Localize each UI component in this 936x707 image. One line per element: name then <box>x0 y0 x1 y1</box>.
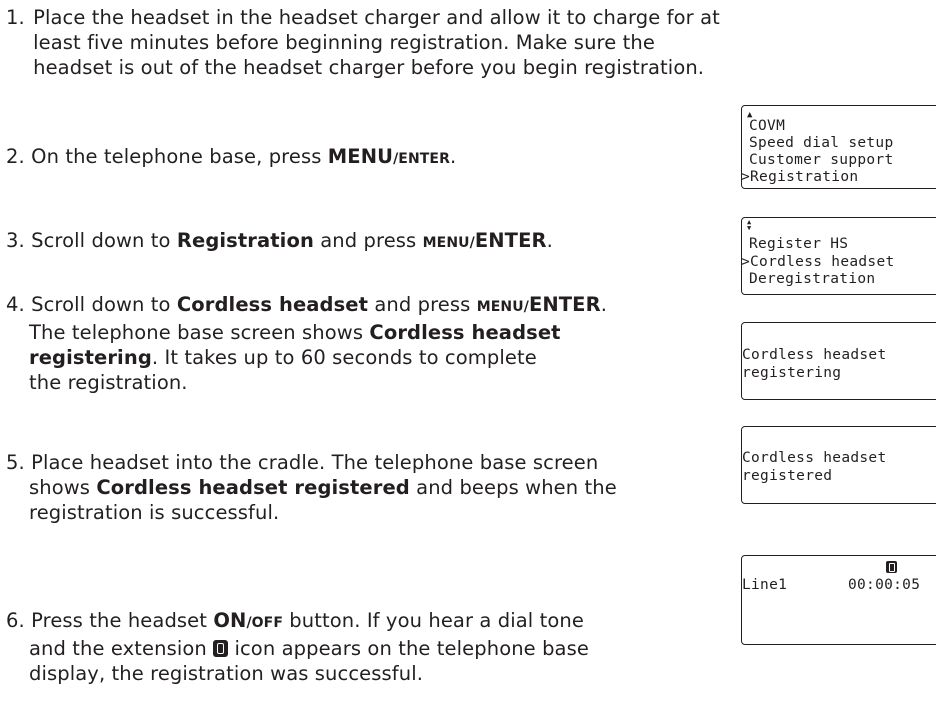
step-3: 3. Scroll down to Registration and press… <box>6 229 553 252</box>
key-enter: ENTER <box>474 229 547 252</box>
scroll-updown-icon: ▲ ▼ <box>747 218 752 232</box>
status-text: Cordless headset <box>369 321 561 344</box>
lcd-line: Cordless headset <box>742 347 887 363</box>
step-text: On the telephone base, press <box>31 145 328 168</box>
key-enter: /ENTER <box>393 151 450 167</box>
lcd-line: Customer support <box>749 152 894 168</box>
lcd-line: registering <box>742 365 842 381</box>
key-menu: MENU <box>327 145 394 168</box>
status-text: Cordless headset registered <box>96 476 410 499</box>
step-2: 2. On the telephone base, press MENU/ENT… <box>6 145 457 168</box>
lcd-line: registered <box>742 468 833 484</box>
extension-icon <box>213 640 229 657</box>
lcd-screen-registering: Cordless headset registering <box>741 322 936 400</box>
step-number: 6. <box>6 609 25 632</box>
step-number: 2. <box>6 145 25 168</box>
lcd-line-selected: >Registration <box>741 169 859 185</box>
lcd-line: Cordless headset <box>742 450 887 466</box>
status-text: registering <box>29 346 152 369</box>
key-off: /OFF <box>246 615 283 631</box>
menu-item-cordless-headset: Cordless headset <box>176 293 369 316</box>
step-number: 1. <box>6 6 25 29</box>
key-menu: MENU/ <box>422 235 475 251</box>
step-number: 3. <box>6 229 25 252</box>
lcd-screen-registration: ▲ ▼ Register HS >Cordless headset Deregis… <box>741 217 936 295</box>
lcd-line: Deregistration <box>749 271 876 287</box>
lcd-line: Speed dial setup <box>749 135 894 151</box>
key-menu: MENU/ <box>476 299 529 315</box>
lcd-screen-menu: ▲ COVM Speed dial setup Customer support… <box>741 105 936 189</box>
step-number: 5. <box>6 451 25 474</box>
step-4: 4. Scroll down to Cordless headset and p… <box>6 293 608 394</box>
lcd-time: 00:00:05 <box>848 577 921 593</box>
lcd-screen-idle: Line1 00:00:05 <box>741 555 936 645</box>
lcd-line: COVM <box>749 118 786 134</box>
step-text: Place the headset in the headset charger… <box>33 6 720 79</box>
lcd-line-selected: >Cordless headset <box>741 254 895 270</box>
lcd-screen-registered: Cordless headset registered <box>741 426 936 504</box>
step-6: 6. Press the headset ON/OFF button. If y… <box>6 609 589 685</box>
extension-icon <box>886 561 897 573</box>
step-5: 5. Place headset into the cradle. The te… <box>6 451 617 524</box>
step-1: 1. Place the headset in the headset char… <box>6 5 734 80</box>
lcd-line: Line1 <box>742 577 788 593</box>
key-enter: ENTER <box>528 293 601 316</box>
lcd-line: Register HS <box>749 236 849 252</box>
key-on: ON <box>213 609 247 632</box>
step-number: 4. <box>6 293 25 316</box>
menu-item-registration: Registration <box>176 229 314 252</box>
